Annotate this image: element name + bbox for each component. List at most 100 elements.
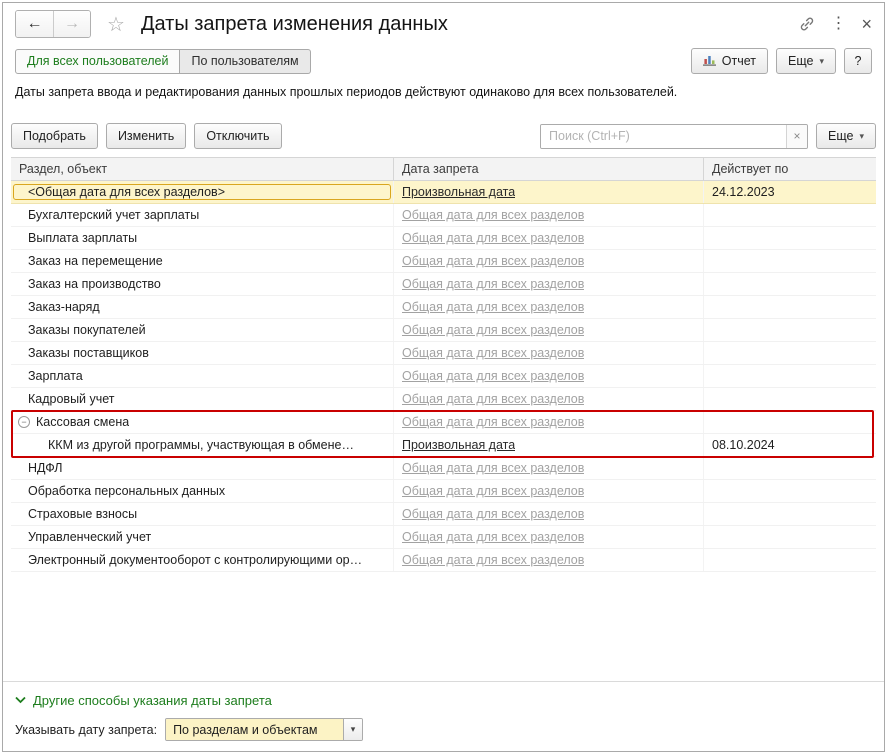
cell-effective-until: [704, 296, 876, 318]
cell-section: Выплата зарплаты: [11, 227, 394, 249]
edit-button-label: Изменить: [117, 129, 175, 143]
kebab-menu-icon[interactable]: ⋮: [830, 16, 846, 32]
prohibition-date-link[interactable]: Общая дата для всех разделов: [402, 254, 584, 268]
date-mode-value: По разделам и объектам: [166, 719, 344, 740]
chevron-down-icon: ▾: [350, 724, 356, 734]
tab-by-users[interactable]: По пользователям: [180, 48, 311, 74]
column-header-date[interactable]: Дата запрета: [394, 158, 704, 180]
prohibition-date-link[interactable]: Общая дата для всех разделов: [402, 415, 584, 429]
section-name: Зарплата: [28, 369, 83, 383]
cell-effective-until: [704, 549, 876, 571]
more-button-label: Еще: [828, 129, 854, 143]
table-row[interactable]: Заказы поставщиков Общая дата для всех ра…: [11, 342, 876, 365]
table-row[interactable]: Бухгалтерский учет зарплаты Общая дата дл…: [11, 204, 876, 227]
help-button[interactable]: ?: [844, 48, 872, 74]
cell-prohibition-date: Общая дата для всех разделов: [394, 526, 704, 548]
cell-prohibition-date: Общая дата для всех разделов: [394, 365, 704, 387]
more-button-toolbar[interactable]: Еще ▾: [816, 123, 876, 149]
tab-all-users[interactable]: Для всех пользователей: [15, 48, 181, 74]
tab-label: По пользователям: [191, 54, 299, 68]
table-row[interactable]: Зарплата Общая дата для всех разделов: [11, 365, 876, 388]
table-row[interactable]: − Кассовая смена Общая дата для всех разде…: [11, 411, 876, 434]
table-row[interactable]: <Общая дата для всех разделов> Произвольн…: [11, 181, 876, 204]
prohibition-date-link[interactable]: Произвольная дата: [402, 438, 515, 452]
cell-effective-until: [704, 227, 876, 249]
date-mode-dropdown-button[interactable]: ▾: [343, 719, 363, 740]
date-mode-select[interactable]: По разделам и объектам ▾: [165, 718, 364, 741]
report-button[interactable]: Отчет: [690, 48, 769, 74]
cell-section: Управленческий учет: [11, 526, 394, 548]
table-row[interactable]: Электронный документооборот с контролиру…: [11, 549, 876, 572]
pick-button[interactable]: Подобрать: [11, 123, 98, 149]
table-row[interactable]: Управленческий учет Общая дата для всех р…: [11, 526, 876, 549]
back-button[interactable]: ←: [16, 11, 53, 37]
cell-effective-until: [704, 342, 876, 364]
search-input[interactable]: [541, 124, 787, 148]
back-arrow-icon: ←: [26, 15, 43, 32]
nav-buttons: ← →: [15, 10, 91, 38]
collapse-minus-icon[interactable]: −: [18, 416, 30, 428]
cell-section: НДФЛ: [11, 457, 394, 479]
section-name: ККМ из другой программы, участвующая в о…: [48, 438, 354, 452]
cell-prohibition-date: Общая дата для всех разделов: [394, 319, 704, 341]
section-name: Заказы покупателей: [28, 323, 146, 337]
cell-section: Заказы покупателей: [11, 319, 394, 341]
section-name: НДФЛ: [28, 461, 63, 475]
prohibition-date-link[interactable]: Общая дата для всех разделов: [402, 346, 584, 360]
disable-button[interactable]: Отключить: [194, 123, 282, 149]
search-clear-button[interactable]: ×: [786, 124, 808, 148]
date-mode-field-row: Указывать дату запрета: По разделам и об…: [15, 718, 872, 741]
tab-label: Для всех пользователей: [27, 54, 169, 68]
titlebar: ← → ☆ Даты запрета изменения данных ⋮ ×: [3, 3, 884, 45]
prohibition-date-link[interactable]: Общая дата для всех разделов: [402, 484, 584, 498]
table-row[interactable]: Обработка персональных данных Общая дата …: [11, 480, 876, 503]
prohibition-date-link[interactable]: Общая дата для всех разделов: [402, 507, 584, 521]
titlebar-icons: ⋮ ×: [799, 15, 872, 33]
prohibition-date-link[interactable]: Общая дата для всех разделов: [402, 553, 584, 567]
prohibition-date-link[interactable]: Общая дата для всех разделов: [402, 277, 584, 291]
cell-section: − Кассовая смена: [11, 411, 394, 433]
prohibition-date-link[interactable]: Общая дата для всех разделов: [402, 208, 584, 222]
cell-effective-until: 08.10.2024: [712, 438, 775, 452]
column-header-until[interactable]: Действует по: [704, 158, 876, 180]
more-button-top[interactable]: Еще ▾: [776, 48, 836, 74]
table-row[interactable]: Кадровый учет Общая дата для всех раздело…: [11, 388, 876, 411]
help-button-label: ?: [854, 54, 862, 68]
report-icon: [702, 54, 716, 69]
chevron-down-icon: ▾: [859, 130, 864, 141]
get-link-icon[interactable]: [799, 16, 815, 32]
prohibition-date-link[interactable]: Произвольная дата: [402, 185, 515, 199]
forward-button[interactable]: →: [53, 11, 90, 37]
more-button-label: Еще: [788, 54, 814, 68]
table-row[interactable]: Заказы покупателей Общая дата для всех ра…: [11, 319, 876, 342]
section-name: Выплата зарплаты: [28, 231, 138, 245]
cell-prohibition-date: Общая дата для всех разделов: [394, 388, 704, 410]
prohibition-date-link[interactable]: Общая дата для всех разделов: [402, 231, 584, 245]
other-methods-toggle[interactable]: Другие способы указания даты запрета: [15, 693, 272, 708]
table-row[interactable]: Заказ на производство Общая дата для всех…: [11, 273, 876, 296]
table-row[interactable]: Заказ на перемещение Общая дата для всех …: [11, 250, 876, 273]
search-box: ×: [540, 123, 809, 149]
prohibition-date-link[interactable]: Общая дата для всех разделов: [402, 369, 584, 383]
favorite-star-icon[interactable]: ☆: [107, 12, 125, 37]
table-row[interactable]: Заказ-наряд Общая дата для всех разделов: [11, 296, 876, 319]
cell-section: Обработка персональных данных: [11, 480, 394, 502]
prohibition-date-link[interactable]: Общая дата для всех разделов: [402, 461, 584, 475]
table-row[interactable]: Выплата зарплаты Общая дата для всех разд…: [11, 227, 876, 250]
prohibition-date-link[interactable]: Общая дата для всех разделов: [402, 530, 584, 544]
cell-section: Зарплата: [11, 365, 394, 387]
prohibition-date-link[interactable]: Общая дата для всех разделов: [402, 323, 584, 337]
close-icon[interactable]: ×: [861, 15, 872, 33]
prohibition-date-link[interactable]: Общая дата для всех разделов: [402, 300, 584, 314]
column-header-section[interactable]: Раздел, объект: [11, 158, 394, 180]
cell-effective-until: [704, 250, 876, 272]
edit-button[interactable]: Изменить: [105, 123, 187, 149]
cell-effective-until: [704, 411, 876, 433]
table-row[interactable]: НДФЛ Общая дата для всех разделов: [11, 457, 876, 480]
table-row[interactable]: ККМ из другой программы, участвующая в о…: [11, 434, 876, 457]
cell-prohibition-date: Общая дата для всех разделов: [394, 549, 704, 571]
prohibition-date-link[interactable]: Общая дата для всех разделов: [402, 392, 584, 406]
cell-prohibition-date: Общая дата для всех разделов: [394, 457, 704, 479]
table-row[interactable]: Страховые взносы Общая дата для всех разд…: [11, 503, 876, 526]
chevron-down-icon: ▾: [819, 55, 824, 66]
